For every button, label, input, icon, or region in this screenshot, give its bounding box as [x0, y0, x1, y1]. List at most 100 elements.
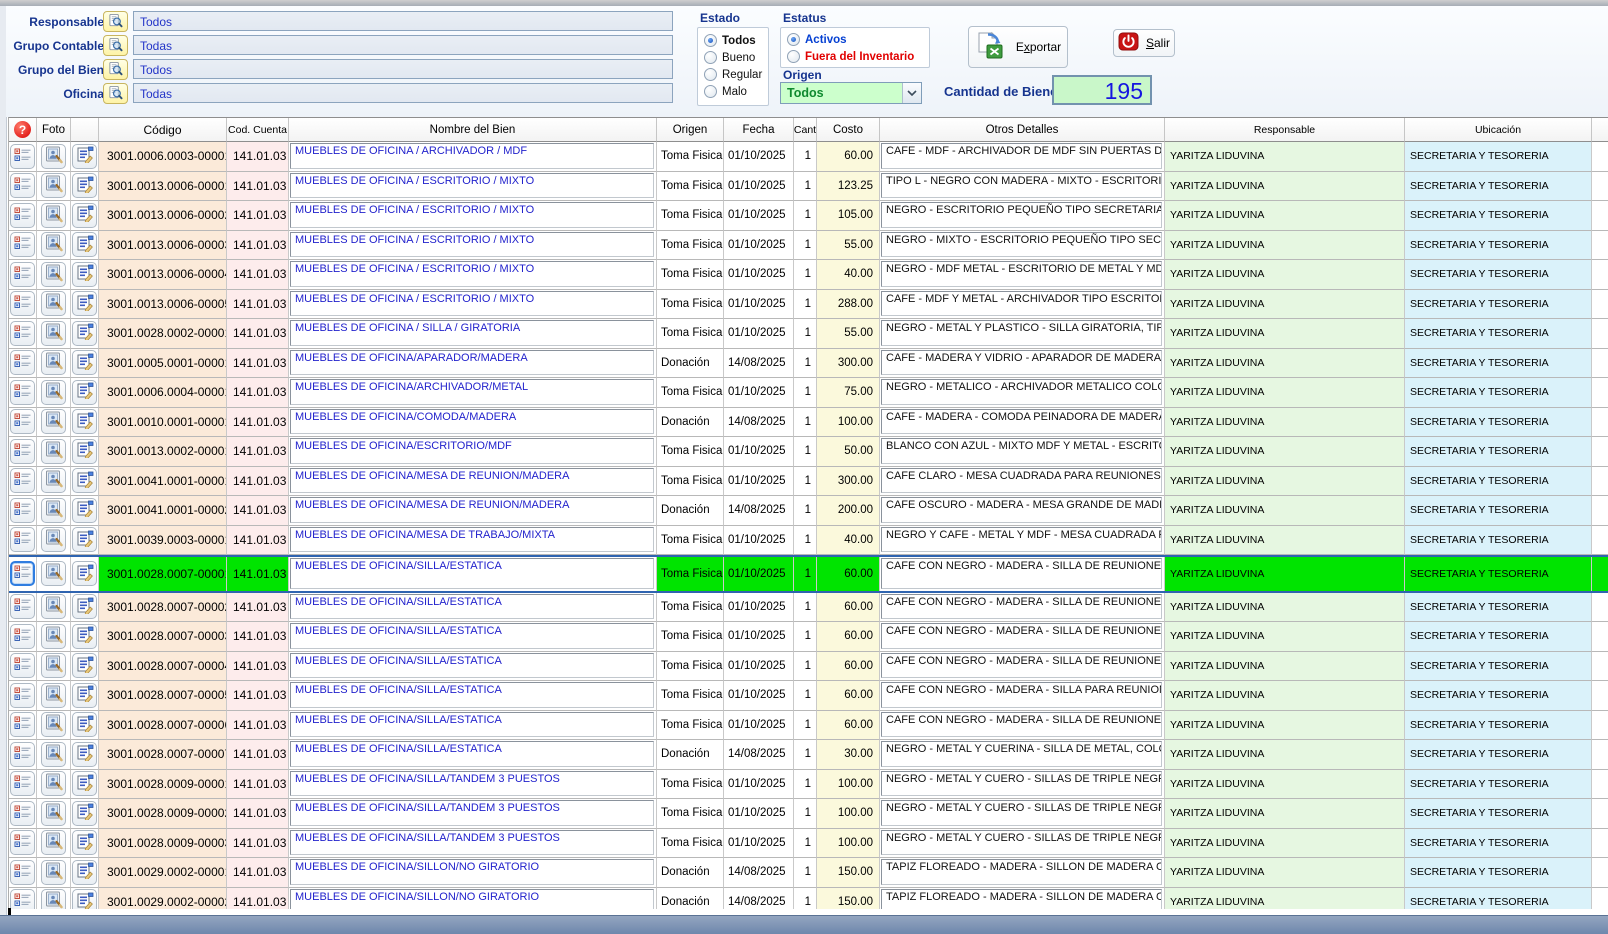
record-detail-button[interactable]	[10, 742, 35, 767]
header-nombre-del-bien[interactable]: Nombre del Bien	[289, 118, 657, 142]
photo-button[interactable]	[41, 439, 66, 464]
photo-button[interactable]	[41, 203, 66, 228]
photo-button[interactable]	[41, 144, 66, 169]
photo-button[interactable]	[41, 409, 66, 434]
responsable-field[interactable]: Todos	[133, 11, 673, 31]
photo-button[interactable]	[41, 624, 66, 649]
record-detail-button[interactable]	[10, 594, 35, 619]
photo-button[interactable]	[41, 742, 66, 767]
record-detail-button[interactable]	[10, 203, 35, 228]
record-detail-button[interactable]	[10, 771, 35, 796]
table-row[interactable]: 3001.0013.0006-00002 141.01.03 MUEBLES D…	[9, 201, 1608, 231]
properties-button[interactable]	[72, 594, 97, 619]
properties-button[interactable]	[72, 742, 97, 767]
photo-button[interactable]	[41, 771, 66, 796]
photo-button[interactable]	[41, 350, 66, 375]
header-ubicacion[interactable]: Ubicación	[1405, 118, 1592, 142]
table-row[interactable]: 3001.0029.0002-00001 141.01.03 MUEBLES D…	[9, 858, 1608, 888]
photo-button[interactable]	[41, 594, 66, 619]
header-fecha[interactable]: Fecha	[724, 118, 794, 142]
estatus-option-fuera-del-inventario[interactable]: Fuera del Inventario	[781, 48, 929, 65]
header-codigo[interactable]: Código	[99, 118, 227, 142]
properties-button[interactable]	[72, 771, 97, 796]
record-detail-button[interactable]	[10, 830, 35, 855]
table-row[interactable]: 3001.0006.0004-00001 141.01.03 MUEBLES D…	[9, 378, 1608, 408]
properties-button[interactable]	[72, 561, 97, 586]
header-responsable[interactable]: Responsable	[1165, 118, 1405, 142]
table-row[interactable]: 3001.0013.0006-00003 141.01.03 MUEBLES D…	[9, 231, 1608, 261]
grupo-del-bien-field[interactable]: Todos	[133, 59, 673, 79]
properties-button[interactable]	[72, 350, 97, 375]
table-row[interactable]: 3001.0013.0006-00005 141.01.03 MUEBLES D…	[9, 290, 1608, 320]
header-actions[interactable]	[71, 118, 99, 142]
grupo-contable-field[interactable]: Todas	[133, 35, 673, 55]
responsable-lookup-button[interactable]	[103, 11, 128, 32]
table-row[interactable]: 3001.0028.0007-00007 141.01.03 MUEBLES D…	[9, 740, 1608, 770]
record-detail-button[interactable]	[10, 409, 35, 434]
table-row[interactable]: 3001.0013.0006-00001 141.01.03 MUEBLES D…	[9, 172, 1608, 202]
table-row[interactable]: 3001.0013.0002-00001 141.01.03 MUEBLES D…	[9, 437, 1608, 467]
record-detail-button[interactable]	[10, 468, 35, 493]
header-foto[interactable]: Foto	[37, 118, 71, 142]
table-row[interactable]: 3001.0028.0007-00004 141.01.03 MUEBLES D…	[9, 652, 1608, 682]
record-detail-button[interactable]	[10, 712, 35, 737]
record-detail-button[interactable]	[10, 624, 35, 649]
table-row[interactable]: 3001.0005.0001-00001 141.01.03 MUEBLES D…	[9, 349, 1608, 379]
photo-button[interactable]	[41, 683, 66, 708]
properties-button[interactable]	[72, 683, 97, 708]
table-row[interactable]: 3001.0010.0001-00001 141.01.03 MUEBLES D…	[9, 408, 1608, 438]
table-row[interactable]: 3001.0041.0001-00002 141.01.03 MUEBLES D…	[9, 496, 1608, 526]
properties-button[interactable]	[72, 801, 97, 826]
photo-button[interactable]	[41, 801, 66, 826]
table-row[interactable]: 3001.0028.0009-00003 141.01.03 MUEBLES D…	[9, 829, 1608, 859]
photo-button[interactable]	[41, 173, 66, 198]
header-help[interactable]: ?	[9, 118, 37, 142]
record-detail-button[interactable]	[10, 262, 35, 287]
photo-button[interactable]	[41, 830, 66, 855]
properties-button[interactable]	[72, 232, 97, 257]
properties-button[interactable]	[72, 653, 97, 678]
record-detail-button[interactable]	[10, 321, 35, 346]
record-detail-button[interactable]	[10, 173, 35, 198]
record-detail-button[interactable]	[10, 498, 35, 523]
properties-button[interactable]	[72, 173, 97, 198]
photo-button[interactable]	[41, 527, 66, 552]
photo-button[interactable]	[41, 380, 66, 405]
table-row[interactable]: 3001.0039.0003-00001 141.01.03 MUEBLES D…	[9, 526, 1608, 556]
estado-option-malo[interactable]: Malo	[698, 83, 768, 100]
header-origen[interactable]: Origen	[657, 118, 724, 142]
photo-button[interactable]	[41, 860, 66, 885]
properties-button[interactable]	[72, 380, 97, 405]
record-detail-button[interactable]	[10, 144, 35, 169]
record-detail-button[interactable]	[10, 291, 35, 316]
salir-button[interactable]: Salir	[1113, 29, 1175, 57]
photo-button[interactable]	[41, 232, 66, 257]
oficina-lookup-button[interactable]	[103, 83, 128, 104]
grupo-contable-lookup-button[interactable]	[103, 35, 128, 56]
properties-button[interactable]	[72, 409, 97, 434]
properties-button[interactable]	[72, 262, 97, 287]
header-costo[interactable]: Costo	[817, 118, 880, 142]
table-row[interactable]: 3001.0028.0007-00002 141.01.03 MUEBLES D…	[9, 593, 1608, 623]
record-detail-button[interactable]	[10, 350, 35, 375]
properties-button[interactable]	[72, 712, 97, 737]
record-detail-button[interactable]	[10, 683, 35, 708]
photo-button[interactable]	[41, 468, 66, 493]
header-cod-cuenta[interactable]: Cod. Cuenta	[227, 118, 289, 142]
properties-button[interactable]	[72, 527, 97, 552]
oficina-field[interactable]: Todas	[133, 83, 673, 103]
record-detail-button[interactable]	[10, 860, 35, 885]
table-row[interactable]: 3001.0028.0009-00002 141.01.03 MUEBLES D…	[9, 799, 1608, 829]
header-cant[interactable]: Cant	[794, 118, 817, 142]
table-row[interactable]: 3001.0028.0007-00006 141.01.03 MUEBLES D…	[9, 711, 1608, 741]
header-otros-detalles[interactable]: Otros Detalles	[880, 118, 1165, 142]
photo-button[interactable]	[41, 291, 66, 316]
properties-button[interactable]	[72, 468, 97, 493]
record-detail-button[interactable]	[10, 561, 35, 586]
properties-button[interactable]	[72, 291, 97, 316]
properties-button[interactable]	[72, 144, 97, 169]
table-row[interactable]: 3001.0028.0002-00001 141.01.03 MUEBLES D…	[9, 319, 1608, 349]
properties-button[interactable]	[72, 439, 97, 464]
table-row[interactable]: 3001.0028.0007-00005 141.01.03 MUEBLES D…	[9, 681, 1608, 711]
grupo-del-bien-lookup-button[interactable]	[103, 59, 128, 80]
